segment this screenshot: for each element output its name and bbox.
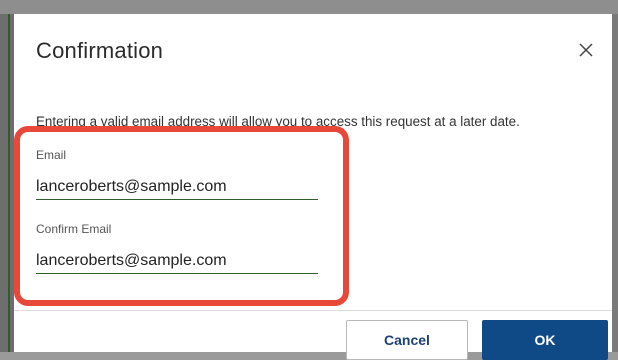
- email-label: Email: [36, 148, 67, 162]
- page-backdrop-top: [0, 0, 618, 14]
- confirmation-dialog: Confirmation Entering a valid email addr…: [14, 14, 612, 360]
- cancel-button[interactable]: Cancel: [346, 320, 468, 360]
- ok-button[interactable]: OK: [482, 320, 608, 360]
- close-icon[interactable]: [578, 42, 594, 58]
- confirm-email-field[interactable]: [36, 248, 318, 274]
- dialog-message: Entering a valid email address will allo…: [36, 114, 520, 129]
- footer-divider: [14, 310, 612, 311]
- dialog-title: Confirmation: [36, 38, 164, 63]
- page-backdrop-left: [0, 14, 14, 352]
- page-backdrop-stripe: [8, 14, 10, 352]
- page-backdrop-right: [612, 14, 618, 352]
- email-field[interactable]: [36, 174, 318, 200]
- confirm-email-label: Confirm Email: [36, 222, 112, 236]
